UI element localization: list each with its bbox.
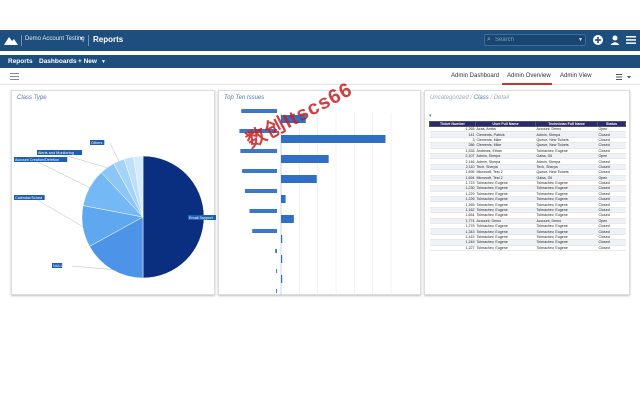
nav-new-button[interactable]: + New xyxy=(78,58,97,65)
bar[interactable] xyxy=(242,169,277,173)
ticket-detail-table: Ticket Number User Full Name Technician Fu… xyxy=(429,121,626,252)
account-selector[interactable]: Demo Account Testing xyxy=(25,36,85,42)
pie-leader-line xyxy=(33,159,90,188)
pie-leader-line xyxy=(109,142,119,162)
hamburger-menu-icon[interactable] xyxy=(625,34,637,46)
header-divider xyxy=(88,35,89,46)
bar[interactable] xyxy=(281,275,283,283)
chevron-down-icon[interactable]: ▼ xyxy=(79,36,84,42)
tab-admin-overview[interactable]: Admin Overview xyxy=(507,73,551,79)
table-cell: Tolmachev, Eugene xyxy=(475,245,536,252)
bar[interactable] xyxy=(281,175,317,183)
bar[interactable] xyxy=(281,215,294,223)
bar[interactable] xyxy=(249,209,278,213)
pie-slice-label: Calendar/Sched xyxy=(15,196,42,200)
bar[interactable] xyxy=(281,155,329,163)
table-cell: 1,227 xyxy=(429,245,476,252)
bar[interactable] xyxy=(281,135,386,143)
table-cell: Tolmachev, Eugene xyxy=(535,245,598,252)
nav-dashboards[interactable]: Dashboards xyxy=(39,58,77,65)
view-options-icon[interactable] xyxy=(616,73,632,81)
class-type-pie-chart: Email Support NULL Calendar/Sched Account C… xyxy=(14,140,216,279)
pie-slice-label: NULL xyxy=(53,264,63,268)
pie-slice-label: Email Support xyxy=(189,216,214,220)
add-circle-icon[interactable] xyxy=(592,34,604,46)
user-icon[interactable] xyxy=(609,34,621,46)
pie-leader-line xyxy=(33,197,83,227)
chevron-down-icon[interactable]: ▼ xyxy=(578,37,583,43)
list-menu-icon[interactable] xyxy=(10,73,19,80)
bar[interactable] xyxy=(252,229,277,233)
page-title: Reports xyxy=(93,35,124,44)
bar[interactable] xyxy=(281,235,283,243)
panel-title: Top Ten Issues xyxy=(224,95,265,101)
bar[interactable] xyxy=(275,249,277,253)
bar[interactable] xyxy=(276,269,278,273)
bar[interactable] xyxy=(244,189,277,193)
panel-title: Class Type xyxy=(17,95,47,101)
nav-reports[interactable]: Reports xyxy=(8,58,33,65)
detail-panel: Uncategorized / Class / Detail ▾ Ticket … xyxy=(424,90,630,295)
bar[interactable] xyxy=(281,195,286,203)
top-ten-issues-panel: Top Ten Issues xyxy=(218,90,421,295)
top-app-bar: Demo Account Testing ▼ Reports ⌕ ▼ xyxy=(0,30,640,51)
search-icon: ⌕ xyxy=(487,36,491,43)
active-tab-indicator xyxy=(502,83,552,85)
tab-admin-view[interactable]: Admin View xyxy=(560,73,592,79)
expand-toggle-icon[interactable]: ▾ xyxy=(429,113,432,119)
pie-slice-label: Others xyxy=(91,141,102,145)
table-row[interactable]: 1,227 Tolmachev, Eugene Tolmachev, Eugene C… xyxy=(429,245,626,252)
secondary-nav: Reports Dashboards + New ▼ xyxy=(0,55,640,68)
panel-title: Uncategorized / Class / Detail xyxy=(430,95,510,101)
bar[interactable] xyxy=(276,289,278,293)
dashboard-tab-bar: Admin Dashboard Admin Overview Admin Vie… xyxy=(0,68,640,85)
search-input[interactable] xyxy=(495,35,577,45)
chevron-down-icon[interactable]: ▼ xyxy=(101,59,106,65)
tab-admin-dashboard[interactable]: Admin Dashboard xyxy=(451,73,499,79)
bar[interactable] xyxy=(281,255,283,263)
table-cell: Closed xyxy=(597,245,626,252)
pie-leader-line xyxy=(71,265,112,270)
pie-slice-label: Account Creation/Deletion xyxy=(15,158,59,162)
search-box[interactable]: ⌕ ▼ xyxy=(484,34,586,46)
header-divider xyxy=(21,35,22,46)
pie-slice-label: Alerts and Monitoring xyxy=(38,151,74,155)
class-type-panel: Class Type Email Support NULL Calendar/Sch… xyxy=(11,90,216,295)
mountain-logo-icon[interactable] xyxy=(4,34,18,46)
